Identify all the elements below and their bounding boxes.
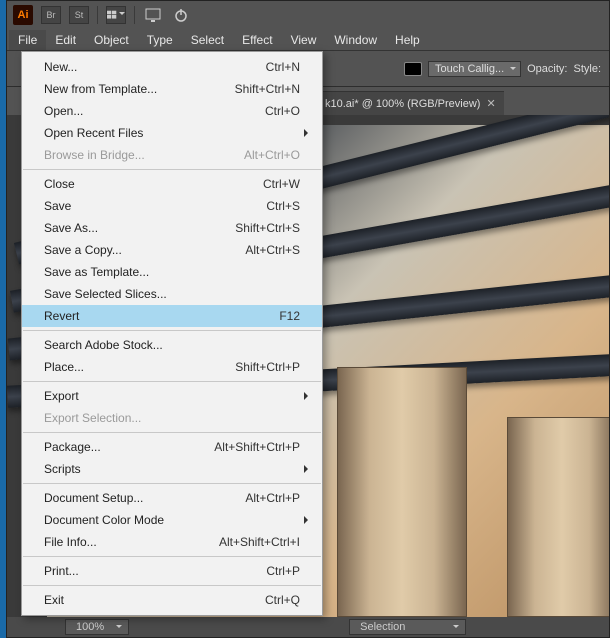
file-menu-document-setup[interactable]: Document Setup...Alt+Ctrl+P <box>22 487 322 509</box>
file-menu-save-a-copy[interactable]: Save a Copy...Alt+Ctrl+S <box>22 239 322 261</box>
menu-item-shortcut: Alt+Ctrl+O <box>244 148 300 162</box>
brush-combo[interactable]: Touch Callig... <box>428 61 521 77</box>
menu-separator <box>23 483 321 484</box>
file-menu-package[interactable]: Package...Alt+Shift+Ctrl+P <box>22 436 322 458</box>
file-menu-new-from-template[interactable]: New from Template...Shift+Ctrl+N <box>22 78 322 100</box>
document-tab[interactable]: k10.ai* @ 100% (RGB/Preview) ✕ <box>317 91 504 115</box>
menu-item-label: Print... <box>44 564 266 578</box>
app-logo: Ai <box>13 5 33 25</box>
file-menu-revert[interactable]: RevertF12 <box>22 305 322 327</box>
menu-item-shortcut: Alt+Shift+Ctrl+I <box>219 535 300 549</box>
menu-item-label: Exit <box>44 593 265 607</box>
menu-item-label: Export Selection... <box>44 411 300 425</box>
file-menu-save-as-template[interactable]: Save as Template... <box>22 261 322 283</box>
menu-separator <box>23 381 321 382</box>
menu-item-label: Save <box>44 199 266 213</box>
menu-item-shortcut: Shift+Ctrl+P <box>235 360 300 374</box>
menu-item-label: Open... <box>44 104 265 118</box>
file-menu-exit[interactable]: ExitCtrl+Q <box>22 589 322 611</box>
style-label: Style: <box>573 63 601 75</box>
file-menu-export[interactable]: Export <box>22 385 322 407</box>
menu-item-shortcut: Ctrl+O <box>265 104 300 118</box>
file-menu-place[interactable]: Place...Shift+Ctrl+P <box>22 356 322 378</box>
menu-separator <box>23 432 321 433</box>
menu-item-label: Export <box>44 389 300 403</box>
file-menu-open-recent-files[interactable]: Open Recent Files <box>22 122 322 144</box>
file-menu-browse-in-bridge: Browse in Bridge...Alt+Ctrl+O <box>22 144 322 166</box>
menu-item-shortcut: Alt+Shift+Ctrl+P <box>214 440 300 454</box>
bridge-button[interactable]: Br <box>41 6 61 24</box>
menu-item-label: New from Template... <box>44 82 235 96</box>
menu-separator <box>23 169 321 170</box>
menu-item-shortcut: Ctrl+S <box>266 199 300 213</box>
menu-item-label: Document Color Mode <box>44 513 300 527</box>
tool-status[interactable]: Selection <box>349 619 466 635</box>
stock-button[interactable]: St <box>69 6 89 24</box>
menu-item-label: Document Setup... <box>44 491 245 505</box>
arrange-documents-button[interactable] <box>106 6 126 24</box>
menu-item-label: Save as Template... <box>44 265 300 279</box>
menu-select[interactable]: Select <box>182 30 233 50</box>
menu-window[interactable]: Window <box>325 30 386 50</box>
menu-item-shortcut: Ctrl+N <box>266 60 300 74</box>
menu-item-shortcut: Alt+Ctrl+P <box>245 491 300 505</box>
separator <box>97 6 98 24</box>
file-menu-save-as[interactable]: Save As...Shift+Ctrl+S <box>22 217 322 239</box>
title-bar: Ai Br St <box>7 1 609 29</box>
file-menu-scripts[interactable]: Scripts <box>22 458 322 480</box>
menu-file[interactable]: File <box>9 30 46 50</box>
menu-effect[interactable]: Effect <box>233 30 281 50</box>
close-icon[interactable]: ✕ <box>486 97 495 110</box>
opacity-label: Opacity: <box>527 63 567 75</box>
menu-item-label: Save Selected Slices... <box>44 287 300 301</box>
power-icon[interactable] <box>171 6 191 24</box>
file-menu-print[interactable]: Print...Ctrl+P <box>22 560 322 582</box>
menu-edit[interactable]: Edit <box>46 30 85 50</box>
menu-item-label: Open Recent Files <box>44 126 300 140</box>
file-menu-export-selection: Export Selection... <box>22 407 322 429</box>
menu-item-label: Scripts <box>44 462 300 476</box>
zoom-level[interactable]: 100% <box>65 619 129 635</box>
document-tab-title: k10.ai* @ 100% (RGB/Preview) <box>325 98 480 110</box>
menu-item-label: Browse in Bridge... <box>44 148 244 162</box>
menu-item-shortcut: Ctrl+W <box>263 177 300 191</box>
menu-separator <box>23 556 321 557</box>
file-menu-close[interactable]: CloseCtrl+W <box>22 173 322 195</box>
menu-bar: File Edit Object Type Select Effect View… <box>7 29 609 51</box>
menu-item-label: Revert <box>44 309 279 323</box>
menu-object[interactable]: Object <box>85 30 138 50</box>
menu-item-label: File Info... <box>44 535 219 549</box>
file-menu-save-selected-slices[interactable]: Save Selected Slices... <box>22 283 322 305</box>
illustrator-window: Ai Br St File Edit Object Type Select Ef… <box>6 0 610 638</box>
gpu-preview-icon[interactable] <box>143 6 163 24</box>
separator <box>134 6 135 24</box>
status-bar: 100% Selection <box>7 617 609 637</box>
menu-view[interactable]: View <box>282 30 326 50</box>
menu-item-label: Package... <box>44 440 214 454</box>
file-menu-open[interactable]: Open...Ctrl+O <box>22 100 322 122</box>
menu-item-label: Save a Copy... <box>44 243 245 257</box>
menu-type[interactable]: Type <box>138 30 182 50</box>
file-menu-search-adobe-stock[interactable]: Search Adobe Stock... <box>22 334 322 356</box>
menu-item-shortcut: F12 <box>279 309 300 323</box>
menu-item-label: Place... <box>44 360 235 374</box>
menu-item-shortcut: Ctrl+P <box>266 564 300 578</box>
stroke-swatch[interactable] <box>404 62 422 76</box>
file-menu-new[interactable]: New...Ctrl+N <box>22 56 322 78</box>
menu-separator <box>23 585 321 586</box>
menu-item-label: Save As... <box>44 221 235 235</box>
menu-help[interactable]: Help <box>386 30 429 50</box>
menu-item-label: Close <box>44 177 263 191</box>
menu-item-shortcut: Ctrl+Q <box>265 593 300 607</box>
menu-separator <box>23 330 321 331</box>
file-menu-dropdown: New...Ctrl+NNew from Template...Shift+Ct… <box>21 51 323 616</box>
file-menu-document-color-mode[interactable]: Document Color Mode <box>22 509 322 531</box>
file-menu-file-info[interactable]: File Info...Alt+Shift+Ctrl+I <box>22 531 322 553</box>
menu-item-label: Search Adobe Stock... <box>44 338 300 352</box>
menu-item-shortcut: Shift+Ctrl+S <box>235 221 300 235</box>
file-menu-save[interactable]: SaveCtrl+S <box>22 195 322 217</box>
menu-item-shortcut: Alt+Ctrl+S <box>245 243 300 257</box>
menu-item-shortcut: Shift+Ctrl+N <box>235 82 300 96</box>
menu-item-label: New... <box>44 60 266 74</box>
